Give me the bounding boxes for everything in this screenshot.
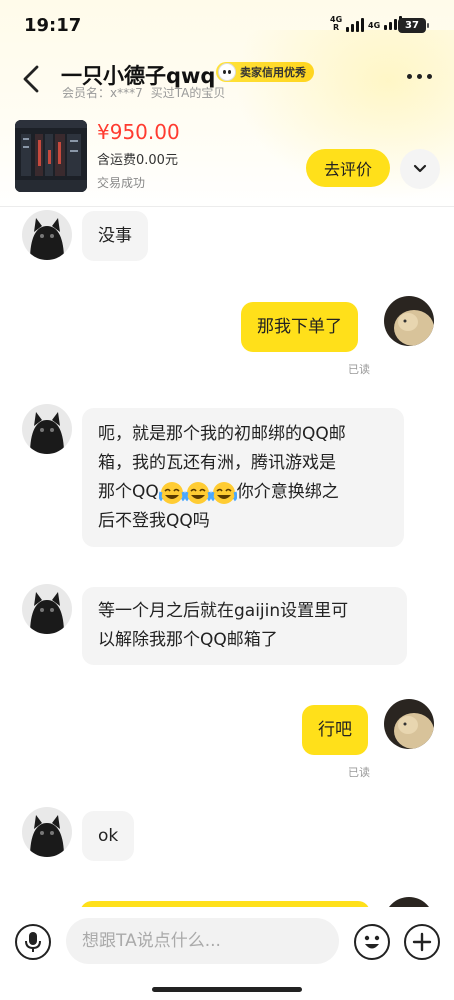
shipping-info: 含运费0.00元 xyxy=(97,153,178,168)
message-line: 那个QQ xyxy=(98,482,159,502)
home-indicator xyxy=(152,987,302,992)
bought-items-link[interactable]: 买过TA的宝贝 xyxy=(151,86,226,100)
cat-avatar-icon xyxy=(22,210,72,260)
message-text: 没事 xyxy=(98,225,132,246)
microphone-icon xyxy=(25,932,41,952)
battery-icon: 37 xyxy=(398,18,429,33)
back-button[interactable] xyxy=(20,64,44,94)
review-button[interactable]: 去评价 xyxy=(306,149,390,187)
message-line: 以解除我那个QQ邮箱了 xyxy=(98,630,278,650)
member-name: 会员名：x***7 xyxy=(62,86,143,100)
status-bar: 19:17 4G R 4G 37 xyxy=(0,0,454,50)
cat-avatar-icon xyxy=(384,296,434,346)
signal-icon: 4G R xyxy=(330,16,365,32)
seller-avatar[interactable] xyxy=(22,584,72,634)
message-line: 你介意换绑之 xyxy=(236,482,339,502)
chevron-down-icon xyxy=(413,164,427,173)
trade-status: 交易成功 xyxy=(97,176,146,190)
message-bubble[interactable]: 没事 xyxy=(82,211,148,261)
cat-avatar-icon xyxy=(384,699,434,749)
cat-avatar-icon xyxy=(22,807,72,857)
message-line: 呃，就是那个我的初邮绑的QQ邮 xyxy=(98,424,346,444)
add-button[interactable] xyxy=(404,924,440,960)
product-thumbnail[interactable] xyxy=(15,120,87,192)
message-input[interactable] xyxy=(66,918,339,964)
voice-button[interactable] xyxy=(15,924,51,960)
seller-avatar[interactable] xyxy=(22,404,72,454)
cat-avatar-icon xyxy=(22,584,72,634)
chat-messages[interactable]: 没事 那我下单了 已读 呃，就是那个我的初邮绑的QQ邮 箱，我的瓦还有洲，腾讯游… xyxy=(0,207,454,907)
plus-icon xyxy=(412,932,432,952)
smiley-icon xyxy=(364,935,380,949)
roaming-label: R xyxy=(332,23,340,32)
chevron-left-icon xyxy=(23,65,39,93)
smiley-icon xyxy=(218,63,236,81)
message-line: 后不登我QQ吗 xyxy=(98,511,210,531)
expand-button[interactable] xyxy=(400,149,440,189)
message-bubble[interactable]: ok xyxy=(82,811,135,861)
product-price: ¥950.00 xyxy=(97,120,180,144)
message-bubble[interactable]: 行吧 xyxy=(302,705,368,755)
message-bubble[interactable]: 呃，就是那个我的初邮绑的QQ邮 箱，我的瓦还有洲，腾讯游戏是 那个QQ 你介意换… xyxy=(82,408,404,547)
input-bar xyxy=(0,907,454,1000)
read-receipt: 已读 xyxy=(348,363,370,376)
network-label: 4G xyxy=(368,21,381,30)
more-options-button[interactable] xyxy=(407,74,432,79)
seller-avatar[interactable] xyxy=(22,210,72,260)
credit-badge[interactable]: 卖家信用优秀 xyxy=(216,62,314,82)
message-text: ok xyxy=(98,825,119,846)
message-line: 箱，我的瓦还有洲，腾讯游戏是 xyxy=(98,453,336,473)
cat-avatar-icon xyxy=(22,404,72,454)
member-info: 会员名：x***7 买过TA的宝贝 xyxy=(62,84,233,101)
seller-avatar[interactable] xyxy=(22,807,72,857)
my-avatar[interactable] xyxy=(384,897,434,907)
my-avatar[interactable] xyxy=(384,699,434,749)
message-text: 行吧 xyxy=(318,719,352,740)
laughing-crying-emoji-icon xyxy=(158,481,237,504)
cat-avatar-icon xyxy=(384,897,434,907)
emoji-button[interactable] xyxy=(354,924,390,960)
status-time: 19:17 xyxy=(24,15,82,36)
badge-label: 卖家信用优秀 xyxy=(240,66,306,79)
message-line: 等一个月之后就在gaijin设置里可 xyxy=(98,601,349,621)
read-receipt: 已读 xyxy=(348,766,370,779)
my-avatar[interactable] xyxy=(384,296,434,346)
message-bubble[interactable]: 那我下单了 xyxy=(241,302,358,352)
message-bubble[interactable]: 等一个月之后就在gaijin设置里可 以解除我那个QQ邮箱了 xyxy=(82,587,407,665)
game-screenshot-icon xyxy=(15,120,87,192)
message-text: 那我下单了 xyxy=(257,316,342,337)
